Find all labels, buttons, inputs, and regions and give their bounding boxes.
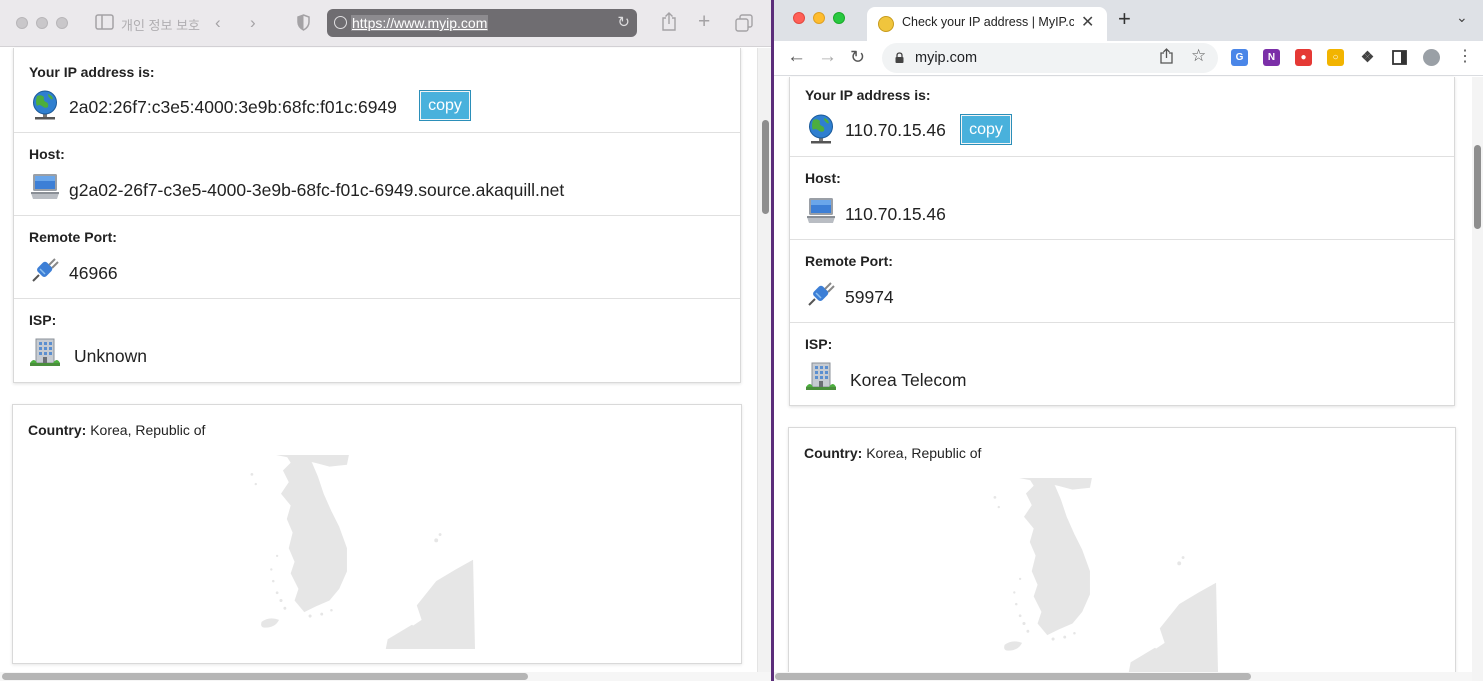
port-row: Remote Port: 46966 xyxy=(14,216,740,299)
minimize-window-button[interactable] xyxy=(36,17,48,29)
vertical-scrollbar[interactable] xyxy=(1472,77,1483,681)
share-icon[interactable] xyxy=(661,12,677,31)
tab-strip: Check your IP address | MyIP.com ✕ + ⌄ xyxy=(774,0,1483,41)
country-value: Korea, Republic of xyxy=(866,445,982,461)
minimize-window-button[interactable] xyxy=(813,12,825,24)
url-text[interactable]: myip.com xyxy=(915,50,977,66)
chrome-window: Check your IP address | MyIP.com ✕ + ⌄ ←… xyxy=(774,0,1483,681)
tab-title: Check your IP address | MyIP.com xyxy=(902,15,1074,29)
ip-label: Your IP address is: xyxy=(805,87,931,103)
close-icon[interactable]: ✕ xyxy=(1081,12,1094,32)
adblock-extension-icon[interactable]: ● xyxy=(1295,49,1312,66)
country-label: Country: xyxy=(28,422,87,438)
country-map xyxy=(961,478,1281,672)
url-text[interactable]: https://www.myip.com xyxy=(351,15,489,31)
horizontal-scrollbar[interactable] xyxy=(0,672,771,681)
globe-icon xyxy=(334,16,347,29)
new-tab-icon[interactable]: + xyxy=(698,11,710,33)
share-icon[interactable] xyxy=(1160,48,1173,64)
host-label: Host: xyxy=(29,146,65,162)
chevron-down-icon[interactable]: ⌄ xyxy=(1456,9,1468,26)
country-value: Korea, Republic of xyxy=(90,422,206,438)
onenote-extension-icon[interactable]: N xyxy=(1263,49,1280,66)
plug-icon xyxy=(806,278,836,308)
host-value: 110.70.15.46 xyxy=(845,204,946,224)
host-row: Host: 110.70.15.46 xyxy=(790,157,1454,240)
isp-row: ISP: Korea Telecom xyxy=(790,323,1454,406)
scrollbar-thumb[interactable] xyxy=(762,120,769,214)
plug-icon xyxy=(30,254,60,284)
reload-icon[interactable]: ↻ xyxy=(617,13,630,31)
ip-info-panel: Your IP address is: 2a02:26f7:c3e5:4000:… xyxy=(13,48,741,383)
host-value: g2a02-26f7-c3e5-4000-3e9b-68fc-f01c-6949… xyxy=(69,180,565,200)
vertical-scrollbar[interactable] xyxy=(757,48,771,681)
country-label: Country: xyxy=(804,445,863,461)
ip-label: Your IP address is: xyxy=(29,64,155,80)
isp-value: Korea Telecom xyxy=(850,370,967,390)
address-bar[interactable]: myip.com ☆ xyxy=(882,43,1218,73)
building-icon xyxy=(806,361,836,391)
translate-extension-icon[interactable]: G xyxy=(1231,49,1248,66)
keep-extension-icon[interactable]: ○ xyxy=(1327,49,1344,66)
extensions-puzzle-icon[interactable]: ❖ xyxy=(1359,49,1376,66)
country-panel: Country: Korea, Republic of xyxy=(12,404,742,664)
bookmark-star-icon[interactable]: ☆ xyxy=(1191,46,1206,66)
back-icon[interactable]: ‹ xyxy=(215,12,221,34)
globe-icon xyxy=(30,90,60,120)
side-panel-icon[interactable] xyxy=(1391,49,1408,66)
back-icon[interactable]: ← xyxy=(787,46,806,68)
copy-button[interactable]: copy xyxy=(960,114,1012,145)
lock-icon[interactable] xyxy=(895,52,904,63)
port-label: Remote Port: xyxy=(805,253,893,269)
country-panel: Country: Korea, Republic of xyxy=(788,427,1456,677)
forward-icon[interactable]: › xyxy=(250,12,256,34)
country-line: Country: Korea, Republic of xyxy=(28,422,205,438)
ip-value: 110.70.15.46 xyxy=(845,120,946,140)
forward-icon[interactable]: → xyxy=(818,46,837,68)
reload-icon[interactable]: ↻ xyxy=(850,46,865,68)
privacy-report-label[interactable]: 개인 정보 보호 xyxy=(121,15,200,34)
horizontal-scrollbar[interactable] xyxy=(774,672,1472,681)
globe-icon xyxy=(806,114,836,144)
ip-value: 2a02:26f7:c3e5:4000:3e9b:68fc:f01c:6949 xyxy=(69,97,397,117)
zoom-window-button[interactable] xyxy=(833,12,845,24)
isp-label: ISP: xyxy=(805,336,833,352)
scrollbar-thumb[interactable] xyxy=(775,673,1251,680)
isp-value: Unknown xyxy=(74,346,147,366)
safari-toolbar: 개인 정보 보호 ‹ › https://www.myip.com ↻ + xyxy=(0,0,771,47)
computer-icon xyxy=(30,171,60,201)
isp-label: ISP: xyxy=(29,312,57,328)
host-label: Host: xyxy=(805,170,841,186)
profile-avatar-icon[interactable] xyxy=(1423,49,1440,66)
computer-icon xyxy=(806,195,836,225)
site-favicon-icon xyxy=(878,16,894,32)
new-tab-icon[interactable]: + xyxy=(1118,8,1131,30)
close-window-button[interactable] xyxy=(793,12,805,24)
port-row: Remote Port: 59974 xyxy=(790,240,1454,323)
close-window-button[interactable] xyxy=(16,17,28,29)
shield-icon[interactable] xyxy=(297,14,310,31)
port-value: 59974 xyxy=(845,287,894,307)
port-label: Remote Port: xyxy=(29,229,117,245)
country-map xyxy=(218,455,538,649)
scrollbar-thumb[interactable] xyxy=(1474,145,1481,229)
chrome-toolbar: ← → ↻ myip.com ☆ G N ● ○ ❖ ⋮ xyxy=(774,41,1483,76)
port-value: 46966 xyxy=(69,263,118,283)
ip-row: Your IP address is: 110.70.15.46 copy xyxy=(790,77,1454,157)
isp-row: ISP: Unknown xyxy=(14,299,740,382)
host-row: Host: g2a02-26f7-c3e5-4000-3e9b-68fc-f01… xyxy=(14,133,740,216)
safari-window: 개인 정보 보호 ‹ › https://www.myip.com ↻ + Yo… xyxy=(0,0,771,681)
scrollbar-thumb[interactable] xyxy=(2,673,528,680)
zoom-window-button[interactable] xyxy=(56,17,68,29)
ip-row: Your IP address is: 2a02:26f7:c3e5:4000:… xyxy=(14,48,740,133)
sidebar-toggle-icon[interactable] xyxy=(95,14,114,30)
copy-button[interactable]: copy xyxy=(419,90,471,121)
building-icon xyxy=(30,337,60,367)
address-bar[interactable]: https://www.myip.com ↻ xyxy=(327,9,637,37)
country-line: Country: Korea, Republic of xyxy=(804,445,981,461)
tab-myip[interactable]: Check your IP address | MyIP.com ✕ xyxy=(867,7,1107,41)
menu-kebab-icon[interactable]: ⋮ xyxy=(1457,46,1473,68)
ip-info-panel: Your IP address is: 110.70.15.46 copy Ho… xyxy=(789,77,1455,406)
tab-overview-icon[interactable] xyxy=(735,14,753,32)
